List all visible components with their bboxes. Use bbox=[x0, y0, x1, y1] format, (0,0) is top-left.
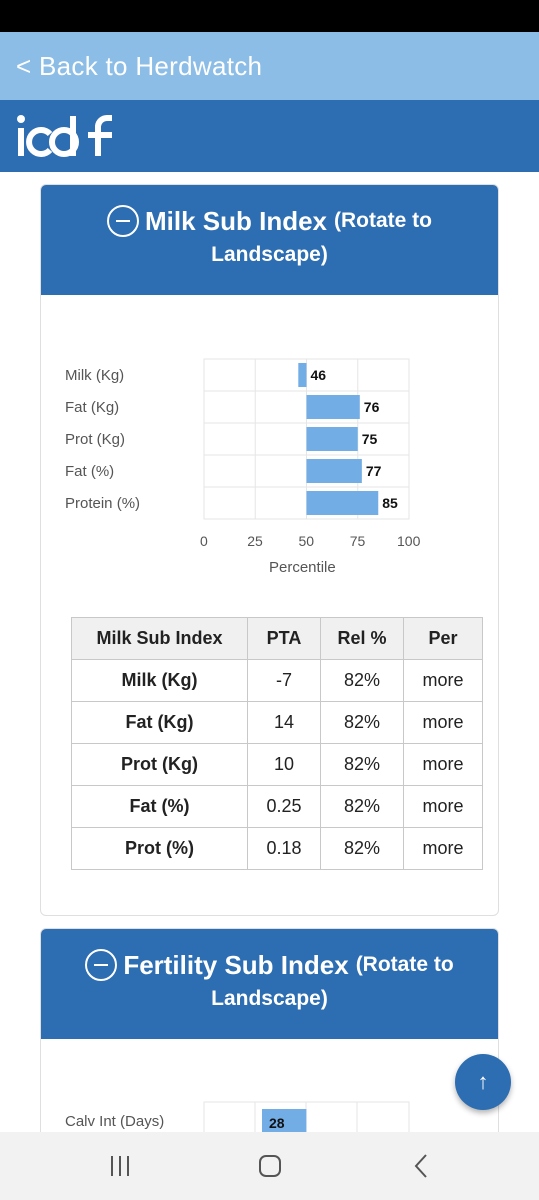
home-icon[interactable] bbox=[256, 1152, 284, 1180]
chart-category-label: Fat (Kg) bbox=[65, 399, 120, 416]
chart-data-label: 75 bbox=[361, 431, 378, 447]
milk-card-subtitle-2: Landscape) bbox=[211, 243, 328, 266]
col-header-rel: Rel % bbox=[320, 617, 404, 660]
row-name: Fat (Kg) bbox=[71, 701, 248, 744]
milk-sub-index-card: Milk Sub Index (Rotate to Landscape) Per… bbox=[40, 184, 499, 916]
chart-data-label: 46 bbox=[310, 367, 327, 383]
back-icon[interactable] bbox=[408, 1152, 436, 1180]
per-cell: more bbox=[403, 827, 483, 870]
milk-sub-index-table: Milk Sub Index PTA Rel % Per Milk (Kg) -… bbox=[71, 617, 483, 870]
chart-x-tick-label: 50 bbox=[298, 533, 315, 549]
fertility-card-subtitle-2: Landscape) bbox=[211, 987, 328, 1010]
fertility-sub-index-card: Fertility Sub Index (Rotate to Landscape… bbox=[40, 928, 499, 1132]
pta-cell: 10 bbox=[247, 743, 321, 786]
table-row: Prot (%) 0.18 82% more bbox=[71, 827, 483, 870]
collapse-minus-icon[interactable] bbox=[106, 205, 139, 237]
milk-card-title: Milk Sub Index bbox=[144, 205, 328, 236]
chart-data-label: 77 bbox=[365, 463, 382, 479]
col-header-pta: PTA bbox=[247, 617, 321, 660]
icbf-logo bbox=[17, 114, 112, 157]
status-bar bbox=[0, 0, 539, 32]
collapse-minus-icon[interactable] bbox=[85, 949, 118, 981]
arrow-up-icon: ↑ bbox=[477, 1069, 489, 1094]
chart-category-label: Fat (%) bbox=[65, 463, 115, 480]
chart-bar bbox=[306, 491, 379, 515]
chart-bar bbox=[306, 459, 362, 483]
row-name: Milk (Kg) bbox=[71, 659, 248, 702]
chart-category-label: Milk (Kg) bbox=[65, 367, 125, 384]
milk-card-header[interactable]: Milk Sub Index (Rotate to Landscape) bbox=[41, 185, 498, 295]
chart-x-tick-label: 75 bbox=[349, 533, 366, 549]
chart-data-label: 85 bbox=[382, 495, 398, 511]
chart-bar bbox=[306, 395, 360, 419]
row-name: Prot (Kg) bbox=[71, 743, 248, 786]
brand-bar bbox=[0, 100, 539, 172]
fertility-card-subtitle-1: (Rotate to bbox=[355, 953, 454, 976]
chart-bar bbox=[298, 363, 307, 387]
rel-cell: 82% bbox=[320, 785, 404, 828]
rel-cell: 82% bbox=[320, 743, 404, 786]
fertility-card-header[interactable]: Fertility Sub Index (Rotate to Landscape… bbox=[41, 929, 498, 1039]
pta-cell: -7 bbox=[247, 659, 321, 702]
rel-cell: 82% bbox=[320, 701, 404, 744]
per-cell: more bbox=[403, 785, 483, 828]
pta-cell: 0.25 bbox=[247, 785, 321, 828]
fertility-value-label: 28 bbox=[269, 1115, 285, 1131]
col-header-sub-index: Milk Sub Index bbox=[71, 617, 248, 660]
pta-cell: 14 bbox=[247, 701, 321, 744]
rel-cell: 82% bbox=[320, 827, 404, 870]
fertility-card-title: Fertility Sub Index bbox=[123, 949, 349, 980]
row-name: Prot (%) bbox=[71, 827, 248, 870]
recent-apps-icon[interactable] bbox=[106, 1152, 134, 1180]
pta-cell: 0.18 bbox=[247, 827, 321, 870]
table-row: Fat (%) 0.25 82% more bbox=[71, 785, 483, 828]
chart-category-label: Prot (Kg) bbox=[65, 431, 126, 448]
table-header-row: Milk Sub Index PTA Rel % Per bbox=[71, 617, 483, 660]
back-to-herdwatch-link[interactable]: < Back to Herdwatch bbox=[16, 51, 262, 82]
chart-x-tick-label: 100 bbox=[397, 533, 421, 549]
per-cell: more bbox=[403, 659, 483, 702]
col-header-per: Per bbox=[403, 617, 483, 660]
table-row: Milk (Kg) -7 82% more bbox=[71, 659, 483, 702]
android-nav-bar bbox=[0, 1132, 539, 1200]
chart-x-tick-label: 25 bbox=[247, 533, 263, 549]
milk-card-subtitle-1: (Rotate to bbox=[334, 209, 433, 232]
table-row: Fat (Kg) 14 82% more bbox=[71, 701, 483, 744]
rel-cell: 82% bbox=[320, 659, 404, 702]
milk-percentile-chart: Percentile 46 Milk (Kg) 76 Fat (Kg) 75 Prot (… bbox=[41, 295, 498, 595]
chart-bar bbox=[306, 427, 358, 451]
per-cell: more bbox=[403, 701, 483, 744]
per-cell: more bbox=[403, 743, 483, 786]
chart-x-axis-label: Percentile bbox=[269, 559, 336, 576]
chart-x-tick-label: 0 bbox=[200, 533, 208, 549]
row-name: Fat (%) bbox=[71, 785, 248, 828]
chart-category-label: Protein (%) bbox=[65, 495, 141, 512]
back-bar: < Back to Herdwatch bbox=[0, 32, 539, 100]
scroll-to-top-button[interactable]: ↑ bbox=[455, 1054, 511, 1110]
page-content: Milk Sub Index (Rotate to Landscape) Per… bbox=[0, 172, 539, 1132]
chart-data-label: 76 bbox=[363, 399, 380, 415]
table-row: Prot (Kg) 10 82% more bbox=[71, 743, 483, 786]
